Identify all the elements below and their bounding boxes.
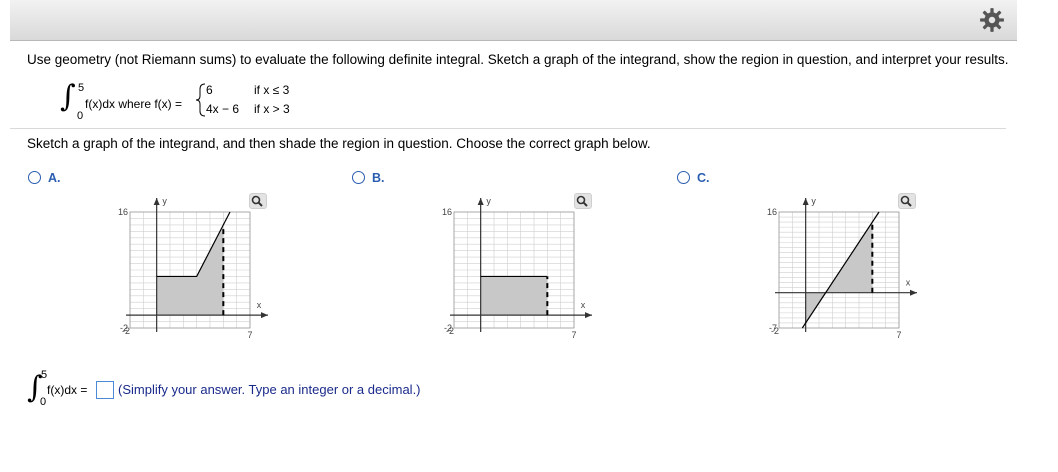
x-max-label: 7 bbox=[571, 330, 576, 340]
integral-lower-limit: 0 bbox=[77, 110, 84, 122]
piece1-expression: 6 bbox=[206, 83, 213, 97]
choice-b-radio[interactable] bbox=[352, 171, 365, 184]
question-instruction: Use geometry (not Riemann sums) to evalu… bbox=[27, 52, 1009, 67]
graph-c: 16-7-2 7xy bbox=[767, 196, 917, 340]
graph-a: 16-2-2 7xy bbox=[118, 196, 268, 340]
x-axis-arrow bbox=[585, 312, 592, 319]
integrand-text: f(x)dx where f(x) = bbox=[85, 97, 183, 111]
y-max-label: 16 bbox=[118, 207, 128, 217]
x-axis-label: x bbox=[581, 300, 586, 310]
choice-a-radio[interactable] bbox=[28, 171, 41, 184]
y-max-label: 16 bbox=[767, 207, 777, 217]
integral-upper-limit: 5 bbox=[78, 82, 85, 94]
x-min-label: -2 bbox=[446, 326, 454, 336]
choice-c-label: C. bbox=[697, 171, 710, 185]
graph-b: 16-2-2 7xy bbox=[442, 196, 592, 340]
y-max-label: 16 bbox=[442, 207, 452, 217]
choice-c-radio[interactable] bbox=[677, 171, 690, 184]
x-axis-arrow bbox=[910, 289, 917, 296]
top-toolbar bbox=[10, 0, 1017, 41]
x-axis-label: x bbox=[906, 278, 911, 288]
integral-sign: ∫ bbox=[60, 79, 76, 114]
piece1-condition: if x ≤ 3 bbox=[254, 83, 290, 97]
piece2-expression: 4x − 6 bbox=[206, 102, 240, 116]
x-max-label: 7 bbox=[896, 330, 901, 340]
answer-lower-limit: 0 bbox=[40, 396, 47, 408]
answer-lhs: f(x)dx = bbox=[47, 383, 88, 397]
choice-c[interactable]: C. bbox=[677, 171, 717, 187]
x-axis-label: x bbox=[257, 300, 262, 310]
answer-hint: (Simplify your answer. Type an integer o… bbox=[118, 382, 421, 397]
choice-prompt: Sketch a graph of the integrand, and the… bbox=[27, 136, 651, 151]
shaded-region bbox=[480, 276, 548, 316]
x-axis-arrow bbox=[261, 312, 268, 319]
y-axis-label: y bbox=[811, 196, 816, 206]
choice-a[interactable]: A. bbox=[28, 171, 68, 187]
y-axis-arrow bbox=[153, 198, 160, 205]
x-min-label: -2 bbox=[771, 326, 779, 336]
y-axis-label: y bbox=[486, 196, 491, 206]
x-min-label: -2 bbox=[122, 326, 130, 336]
piece2-condition: if x > 3 bbox=[254, 102, 290, 116]
y-axis-label: y bbox=[162, 196, 167, 206]
y-axis-arrow bbox=[802, 198, 809, 205]
choice-b[interactable]: B. bbox=[352, 171, 392, 187]
choice-b-label: B. bbox=[372, 171, 385, 185]
choice-a-label: A. bbox=[48, 171, 61, 185]
y-axis-arrow bbox=[477, 198, 484, 205]
answer-input[interactable] bbox=[96, 381, 114, 399]
answer-upper-limit: 5 bbox=[41, 369, 48, 381]
gear-icon[interactable] bbox=[979, 7, 1005, 33]
plot-frame bbox=[778, 211, 900, 329]
divider bbox=[10, 128, 1006, 129]
x-max-label: 7 bbox=[247, 330, 252, 340]
